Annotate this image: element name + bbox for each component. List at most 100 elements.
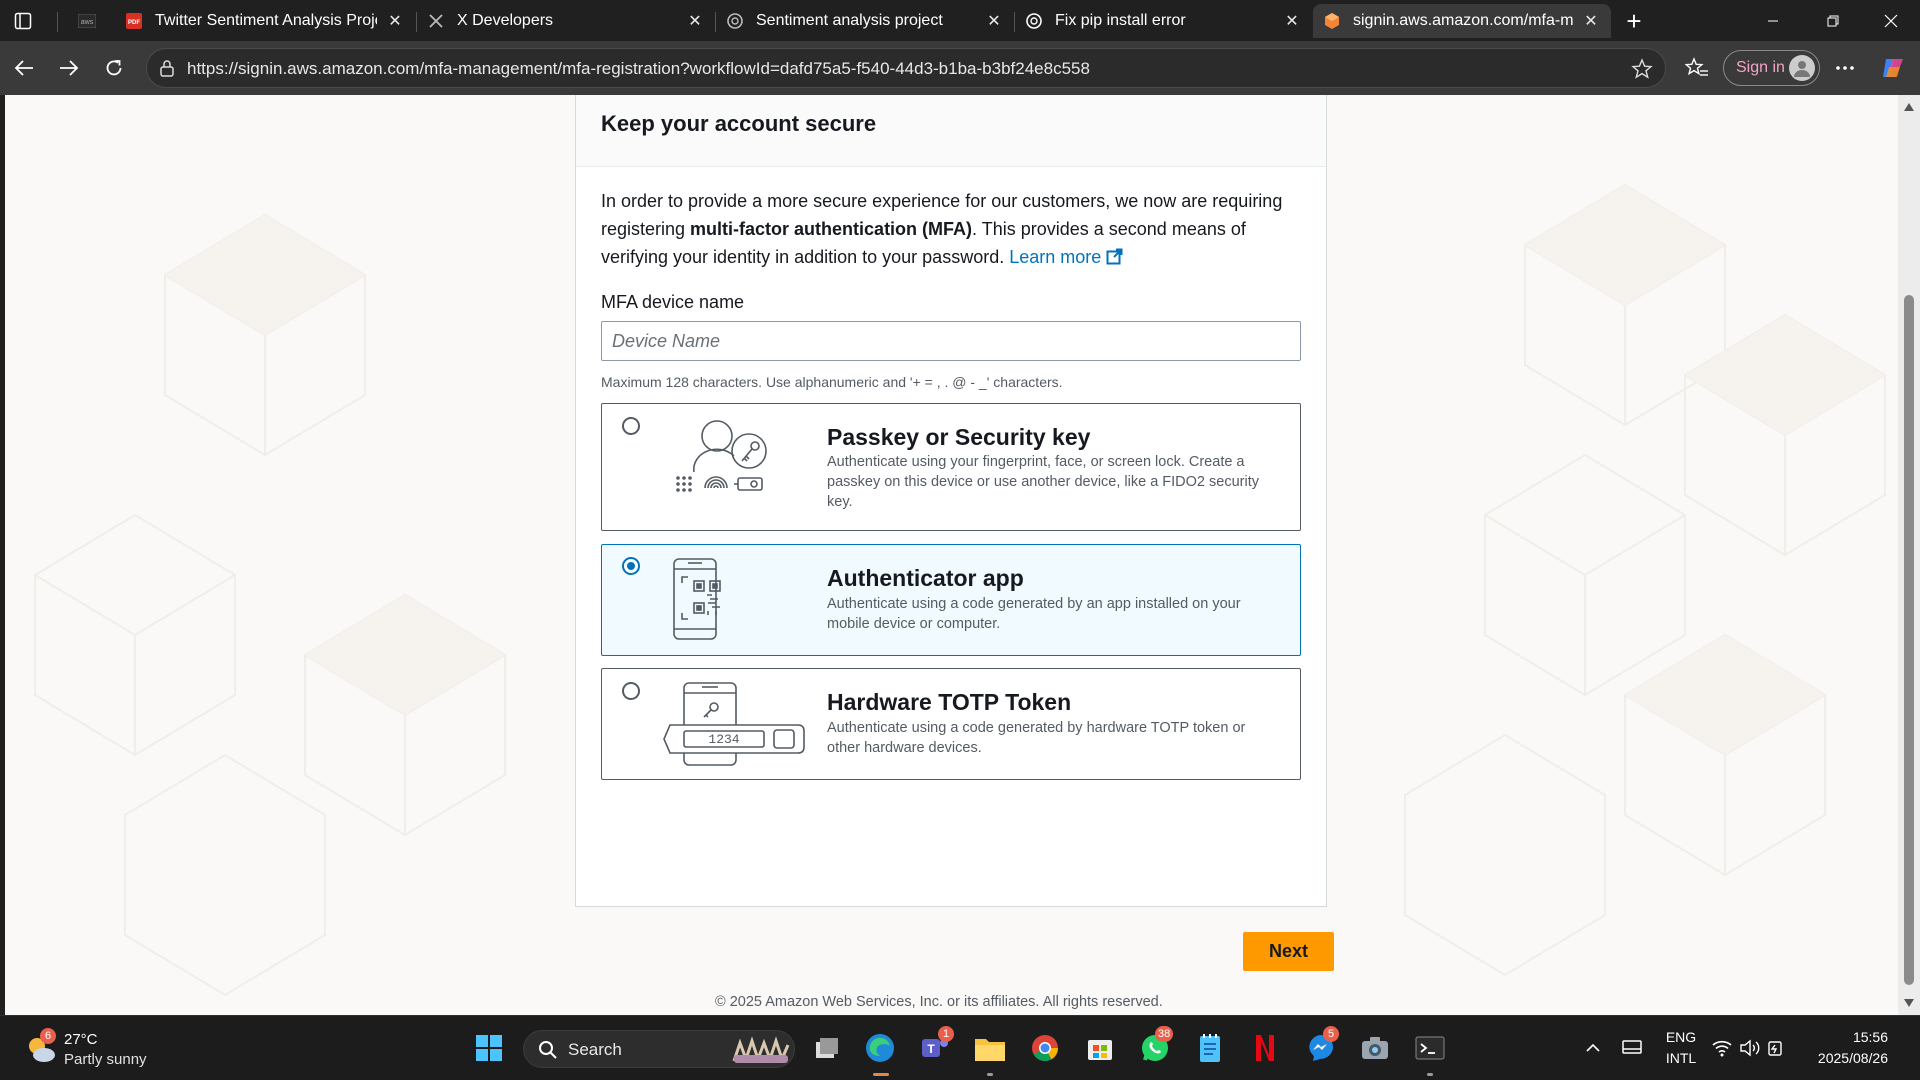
option-title: Hardware TOTP Token [827,689,1072,715]
svg-text:aws: aws [81,19,94,26]
page-title: Keep your account secure [601,111,877,136]
favorite-star-icon[interactable] [1631,58,1653,85]
option-authenticator-app[interactable]: Authenticator app Authenticate using a c… [601,544,1301,656]
camera-icon [1362,1037,1388,1059]
taskbar-notepad[interactable] [1193,1031,1227,1065]
sign-in-label: Sign in [1736,59,1785,76]
learn-more-link[interactable]: Learn more [1009,247,1123,267]
tab-sentiment-analysis-project[interactable]: Sentiment analysis project ✕ [716,4,1014,38]
tab-twitter-sentiment-pdf[interactable]: PDF Twitter Sentiment Analysis Project ✕ [115,4,415,38]
refresh-icon [106,60,122,76]
svg-text:PDF: PDF [128,20,140,26]
clock-date[interactable]: 2025/08/26 [1808,1050,1888,1066]
close-tab-icon[interactable]: ✕ [1282,11,1302,31]
tab-title: Sentiment analysis project [756,12,943,29]
address-bar[interactable]: https://signin.aws.amazon.com/mfa-manage… [146,48,1666,88]
authenticator-app-illustration-icon [673,558,721,640]
minimize-icon [1768,20,1778,21]
scroll-down-icon[interactable] [1903,997,1915,1009]
taskbar-camera[interactable] [1358,1031,1392,1065]
folder-icon [975,1039,1005,1061]
profile-sign-in-button[interactable]: Sign in [1723,50,1820,86]
quick-settings-button[interactable] [1708,1031,1788,1065]
refresh-button[interactable] [98,52,130,84]
search-highlight-icon [732,1036,790,1064]
lock-icon[interactable] [159,59,175,82]
taskbar-chrome[interactable] [1028,1031,1062,1065]
option-title: Passkey or Security key [827,424,1091,450]
tab-actions-icon [14,12,32,30]
mfa-device-name-input[interactable] [601,321,1301,361]
option-passkey-security-key[interactable]: Passkey or Security key Authenticate usi… [601,403,1301,531]
radio-authenticator-app[interactable] [622,557,640,575]
whatsapp-badge: 38 [1155,1026,1174,1042]
mfa-device-name-label: MFA device name [601,292,745,312]
next-button[interactable]: Next [1243,932,1334,971]
chatgpt-icon [1025,12,1043,30]
tray-device-button[interactable] [1615,1031,1649,1065]
tab-actions-menu-button[interactable] [10,9,36,33]
clock-time[interactable]: 15:56 [1808,1029,1888,1045]
tab-aws-mfa-active[interactable]: signin.aws.amazon.com/mfa-man ✕ [1313,4,1611,38]
tab-fix-pip-install-error[interactable]: Fix pip install error ✕ [1015,4,1312,38]
mfa-device-name-hint: Maximum 128 characters. Use alphanumeric… [601,374,1063,390]
windows-taskbar: 6 27°C Partly sunny Search T 1 38 5 ENG … [0,1015,1920,1080]
taskbar-search-box[interactable]: Search [523,1030,795,1068]
taskbar-microsoft-store[interactable] [1083,1031,1117,1065]
task-view-button[interactable] [810,1031,844,1065]
url-text: https://signin.aws.amazon.com/mfa-manage… [187,59,1090,78]
new-tab-button[interactable]: + [1619,6,1649,36]
task-view-icon [816,1038,838,1058]
taskbar-file-explorer[interactable] [973,1031,1007,1065]
taskbar-edge[interactable] [863,1031,897,1065]
start-button[interactable] [472,1031,506,1065]
tab-x-developers[interactable]: X Developers ✕ [417,4,715,38]
weather-badge: 6 [40,1028,56,1044]
volume-icon [1740,1039,1760,1057]
chrome-icon [1032,1035,1059,1062]
option-description: Authenticate using a code generated by h… [827,720,1246,756]
close-tab-icon[interactable]: ✕ [1581,11,1601,31]
option-hardware-totp-token[interactable]: 1234 Hardware TOTP Token Authenticate us… [601,668,1301,780]
page-scrollbar[interactable] [1898,95,1920,1015]
tab-title: X Developers [457,12,554,29]
scrollbar-thumb[interactable] [1904,295,1914,985]
tab-aws-pinned[interactable]: aws [68,4,118,38]
settings-more-button[interactable] [1829,52,1861,84]
learn-more-label: Learn more [1009,247,1102,267]
back-button[interactable] [8,52,40,84]
passkey-illustration-icon [676,420,767,492]
option-description: Authenticate using your fingerprint, fac… [827,454,1259,510]
search-icon [539,1041,557,1059]
close-tab-icon[interactable]: ✕ [685,11,705,31]
restore-button[interactable] [1804,0,1862,41]
language-indicator-line2[interactable]: INTL [1662,1050,1700,1066]
weather-temperature: 27°C [64,1031,98,1048]
radio-passkey[interactable] [622,417,640,435]
edge-active-indicator [873,1073,889,1076]
svg-text:T: T [927,1042,935,1056]
radio-hardware-totp[interactable] [622,682,640,700]
favorites-button[interactable] [1681,52,1713,84]
show-hidden-icons-button[interactable] [1576,1031,1610,1065]
copilot-button[interactable] [1877,52,1909,84]
page-viewport: Keep your account secure In order to pro… [5,95,1898,1015]
option-description: Authenticate using a code generated by a… [827,596,1241,632]
close-window-button[interactable] [1862,0,1920,41]
arrow-left-icon [14,60,33,76]
x-logo-icon [427,12,445,30]
weather-description: Partly sunny [64,1051,147,1068]
browser-tab-strip: aws PDF Twitter Sentiment Analysis Proje… [0,0,1920,41]
scroll-up-icon[interactable] [1903,101,1915,113]
forward-button[interactable] [53,52,85,84]
minimize-button[interactable] [1744,0,1802,41]
language-indicator-line1[interactable]: ENG [1662,1029,1700,1045]
external-link-icon [1106,248,1123,265]
close-tab-icon[interactable]: ✕ [984,11,1004,31]
close-tab-icon[interactable]: ✕ [385,11,405,31]
search-label: Search [568,1040,622,1059]
taskbar-terminal[interactable] [1413,1031,1447,1065]
taskbar-netflix[interactable] [1248,1031,1282,1065]
edge-icon [866,1034,894,1062]
copyright-text: © 2025 Amazon Web Services, Inc. or its … [715,994,1163,1010]
